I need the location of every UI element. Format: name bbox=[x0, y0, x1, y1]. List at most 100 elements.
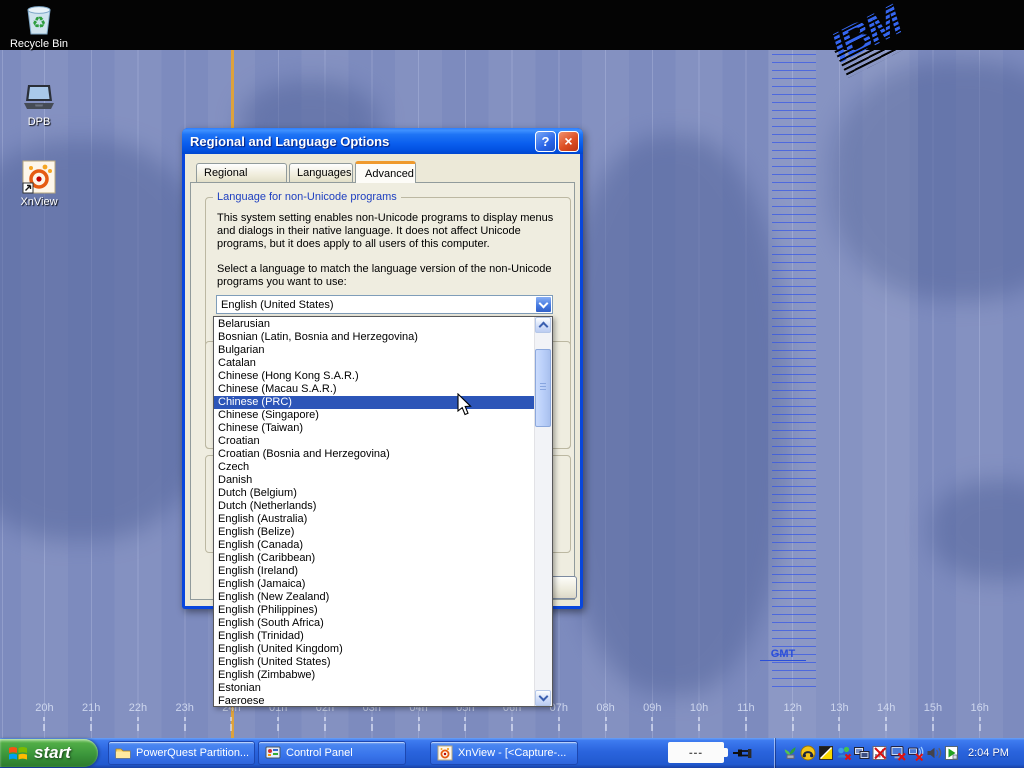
chevron-down-icon bbox=[538, 692, 548, 702]
chevron-down-icon bbox=[539, 298, 549, 308]
wallpaper-top-band: IBM bbox=[0, 0, 1024, 50]
language-option[interactable]: English (Australia) bbox=[214, 513, 534, 526]
icon-label: XnView bbox=[20, 196, 57, 208]
language-option[interactable]: English (United States) bbox=[214, 656, 534, 669]
language-option[interactable]: English (Ireland) bbox=[214, 565, 534, 578]
hour-label: 14h bbox=[863, 702, 910, 714]
list-scrollbar[interactable] bbox=[534, 317, 552, 706]
task-label: Control Panel bbox=[286, 747, 353, 759]
hour-label: 15h bbox=[910, 702, 957, 714]
desktop-icon-dpb[interactable]: DPB bbox=[5, 82, 73, 128]
language-option[interactable]: English (Belize) bbox=[214, 526, 534, 539]
recycle-bin-icon: ♻ bbox=[22, 4, 56, 36]
language-option[interactable]: Catalan bbox=[214, 357, 534, 370]
language-option[interactable]: Belarusian bbox=[214, 318, 534, 331]
hour-tick bbox=[910, 717, 957, 731]
language-option[interactable]: Croatian (Bosnia and Herzegovina) bbox=[214, 448, 534, 461]
hour-label: 13h bbox=[816, 702, 863, 714]
language-option[interactable]: English (Caribbean) bbox=[214, 552, 534, 565]
start-button[interactable]: start bbox=[0, 739, 98, 767]
hour-tick bbox=[161, 717, 208, 731]
ac-plug-icon bbox=[731, 745, 753, 762]
language-option[interactable]: English (Jamaica) bbox=[214, 578, 534, 591]
combobox-dropdown-button[interactable] bbox=[535, 296, 552, 313]
hour-tick bbox=[208, 717, 255, 731]
scroll-down-button[interactable] bbox=[535, 690, 551, 706]
hour-tick bbox=[535, 717, 582, 731]
phone-icon[interactable] bbox=[800, 745, 816, 761]
language-option[interactable]: English (United Kingdom) bbox=[214, 643, 534, 656]
removable-hardware-icon[interactable] bbox=[944, 745, 960, 761]
language-option[interactable]: English (South Africa) bbox=[214, 617, 534, 630]
language-option[interactable]: English (Zimbabwe) bbox=[214, 669, 534, 682]
hour-label: 20h bbox=[21, 702, 68, 714]
tab-languages[interactable]: Languages bbox=[289, 163, 353, 182]
desktop-icon-xnview[interactable]: XnView bbox=[5, 160, 73, 208]
power-scheme-icon[interactable] bbox=[818, 745, 834, 761]
task-button-xnview[interactable]: XnView - [<Capture-... bbox=[430, 741, 578, 765]
language-option[interactable]: Danish bbox=[214, 474, 534, 487]
language-option[interactable]: Chinese (Singapore) bbox=[214, 409, 534, 422]
hour-tick bbox=[722, 717, 769, 731]
display-offline-icon[interactable] bbox=[908, 745, 924, 761]
language-option[interactable]: Bulgarian bbox=[214, 344, 534, 357]
tab-advanced[interactable]: Advanced bbox=[355, 161, 416, 183]
task-button-powerquest[interactable]: PowerQuest Partition... bbox=[108, 741, 255, 765]
xnview-icon bbox=[22, 160, 56, 194]
computer-offline-icon[interactable] bbox=[890, 745, 906, 761]
language-option[interactable]: Bosnian (Latin, Bosnia and Herzegovina) bbox=[214, 331, 534, 344]
hour-label: 22h bbox=[115, 702, 162, 714]
laptop-icon bbox=[21, 82, 57, 114]
hour-tick bbox=[21, 717, 68, 731]
language-option[interactable]: Chinese (Taiwan) bbox=[214, 422, 534, 435]
users-offline-icon[interactable] bbox=[836, 745, 852, 761]
start-label: start bbox=[34, 743, 71, 763]
windows-flag-icon bbox=[8, 744, 28, 762]
help-button[interactable]: ? bbox=[535, 131, 556, 152]
hour-label: 12h bbox=[769, 702, 816, 714]
taskbar-clock[interactable]: 2:04 PM bbox=[968, 747, 1009, 759]
task-label: PowerQuest Partition... bbox=[136, 747, 249, 759]
task-button-control-panel[interactable]: Control Panel bbox=[258, 741, 406, 765]
language-option[interactable]: Chinese (PRC) bbox=[214, 396, 534, 409]
language-option[interactable]: Dutch (Netherlands) bbox=[214, 500, 534, 513]
network-computers-icon[interactable] bbox=[854, 745, 870, 761]
hour-tick bbox=[348, 717, 395, 731]
language-option[interactable]: Faeroese bbox=[214, 695, 534, 706]
system-tray: 2:04 PM bbox=[774, 738, 1024, 768]
window-titlebar[interactable]: Regional and Language Options ? × bbox=[182, 128, 583, 154]
language-option[interactable]: Chinese (Hong Kong S.A.R.) bbox=[214, 370, 534, 383]
hour-label: 23h bbox=[161, 702, 208, 714]
plant-icon[interactable] bbox=[782, 745, 798, 761]
hour-tick bbox=[629, 717, 676, 731]
timezone-ticks bbox=[21, 717, 1003, 731]
language-combobox[interactable]: English (United States) bbox=[216, 295, 553, 314]
language-option[interactable]: Dutch (Belgium) bbox=[214, 487, 534, 500]
icon-label: Recycle Bin bbox=[10, 38, 68, 50]
language-option[interactable]: Croatian bbox=[214, 435, 534, 448]
hour-tick bbox=[816, 717, 863, 731]
hour-label: 08h bbox=[582, 702, 629, 714]
hour-label: 11h bbox=[722, 702, 769, 714]
language-option[interactable]: English (Trinidad) bbox=[214, 630, 534, 643]
scroll-up-button[interactable] bbox=[535, 317, 551, 333]
map-continent-eurafrica bbox=[555, 135, 790, 695]
icon-label: DPB bbox=[28, 116, 51, 128]
language-option[interactable]: English (Philippines) bbox=[214, 604, 534, 617]
language-option[interactable]: English (Canada) bbox=[214, 539, 534, 552]
scrollbar-thumb[interactable] bbox=[535, 349, 551, 427]
hour-tick bbox=[676, 717, 723, 731]
battery-meter-deskband[interactable]: --- bbox=[668, 742, 724, 763]
close-button[interactable]: × bbox=[558, 131, 579, 152]
mouse-cursor bbox=[457, 393, 473, 422]
language-option[interactable]: English (New Zealand) bbox=[214, 591, 534, 604]
language-option[interactable]: Chinese (Macau S.A.R.) bbox=[214, 383, 534, 396]
volume-icon[interactable] bbox=[926, 745, 942, 761]
desktop-icon-recycle-bin[interactable]: ♻ Recycle Bin bbox=[5, 4, 73, 50]
language-option[interactable]: Estonian bbox=[214, 682, 534, 695]
signal-disabled-icon[interactable] bbox=[872, 745, 888, 761]
taskbar: start PowerQuest Partition... Control Pa… bbox=[0, 738, 1024, 768]
hour-tick bbox=[255, 717, 302, 731]
language-option[interactable]: Czech bbox=[214, 461, 534, 474]
tab-regional-options[interactable]: Regional Options bbox=[196, 163, 287, 182]
